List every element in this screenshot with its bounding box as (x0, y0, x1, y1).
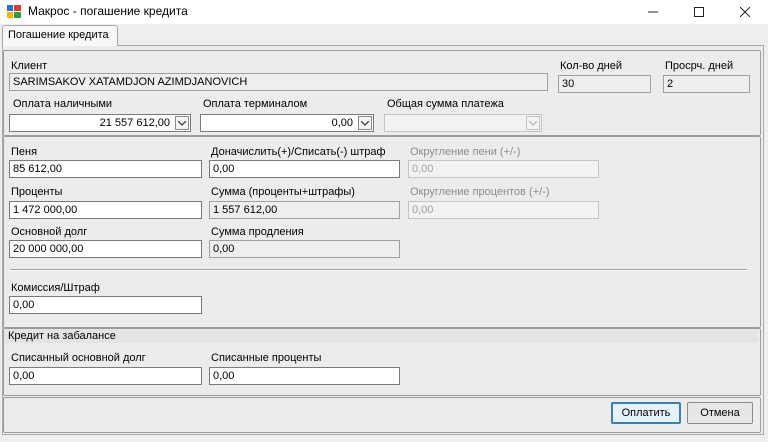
terminal-payment-value: 0,00 (331, 117, 353, 129)
chevron-down-icon[interactable] (526, 116, 540, 130)
chevron-down-icon[interactable] (358, 116, 372, 130)
minimize-button[interactable] (630, 0, 676, 24)
window-title: Макрос - погашение кредита (28, 4, 188, 18)
divider (10, 269, 747, 271)
client-field[interactable]: SARIMSAKOV XATAMDJON AZIMDJANOVICH (9, 73, 548, 91)
penalty-adjust-label: Доначислить(+)/Списать(-) штраф (211, 146, 386, 158)
overdue-days-label: Просрч. дней (665, 60, 734, 72)
tab-label: Погашение кредита (8, 29, 109, 41)
client-label: Клиент (11, 60, 48, 72)
minimize-icon (648, 11, 658, 13)
extension-sum-label: Сумма продления (211, 226, 304, 238)
extension-sum-field[interactable]: 0,00 (209, 240, 400, 258)
chevron-down-icon[interactable] (175, 116, 189, 130)
app-icon (7, 5, 21, 18)
cash-payment-label: Оплата наличными (13, 98, 113, 110)
maximize-icon (694, 7, 704, 17)
close-button[interactable] (722, 0, 768, 24)
principal-field[interactable]: 20 000 000,00 (9, 240, 202, 258)
days-label: Кол-во дней (560, 60, 623, 72)
interest-field[interactable]: 1 472 000,00 (9, 201, 202, 219)
written-off-principal-label: Списанный основной долг (11, 352, 146, 364)
maximize-button[interactable] (676, 0, 722, 24)
interest-penalty-sum-label: Сумма (проценты+штрафы) (211, 186, 355, 198)
written-off-interest-label: Списанные проценты (211, 352, 322, 364)
overdue-days-field[interactable]: 2 (663, 75, 750, 93)
written-off-principal-field[interactable]: 0,00 (9, 367, 202, 385)
terminal-payment-combo[interactable]: 0,00 (200, 114, 374, 132)
penalty-rounding-field[interactable]: 0,00 (408, 160, 599, 178)
written-off-interest-field[interactable]: 0,00 (209, 367, 400, 385)
close-icon (740, 7, 750, 17)
cancel-button[interactable]: Отмена (687, 402, 753, 424)
offbalance-title: Кредит на забалансе (8, 330, 116, 342)
interest-label: Проценты (11, 186, 63, 198)
tab-loan-repayment[interactable]: Погашение кредита (2, 25, 118, 46)
offbalance-header (4, 329, 758, 343)
days-field[interactable]: 30 (558, 75, 651, 93)
interest-penalty-sum-field[interactable]: 1 557 612,00 (209, 201, 400, 219)
principal-label: Основной долг (11, 226, 88, 238)
total-payment-combo[interactable] (384, 114, 542, 132)
penalty-field[interactable]: 85 612,00 (9, 160, 202, 178)
penalty-rounding-label: Округление пени (+/-) (410, 146, 521, 158)
total-payment-label: Общая сумма платежа (387, 98, 504, 110)
terminal-payment-label: Оплата терминалом (203, 98, 308, 110)
penalty-label: Пеня (11, 146, 38, 158)
interest-rounding-field[interactable]: 0,00 (408, 201, 599, 219)
commission-field[interactable]: 0,00 (9, 296, 202, 314)
interest-rounding-label: Округление процентов (+/-) (410, 186, 550, 198)
commission-label: Комиссия/Штраф (11, 282, 100, 294)
pay-button[interactable]: Оплатить (611, 402, 681, 424)
cash-payment-value: 21 557 612,00 (99, 117, 170, 129)
cash-payment-combo[interactable]: 21 557 612,00 (9, 114, 191, 132)
penalty-adjust-field[interactable]: 0,00 (209, 160, 400, 178)
